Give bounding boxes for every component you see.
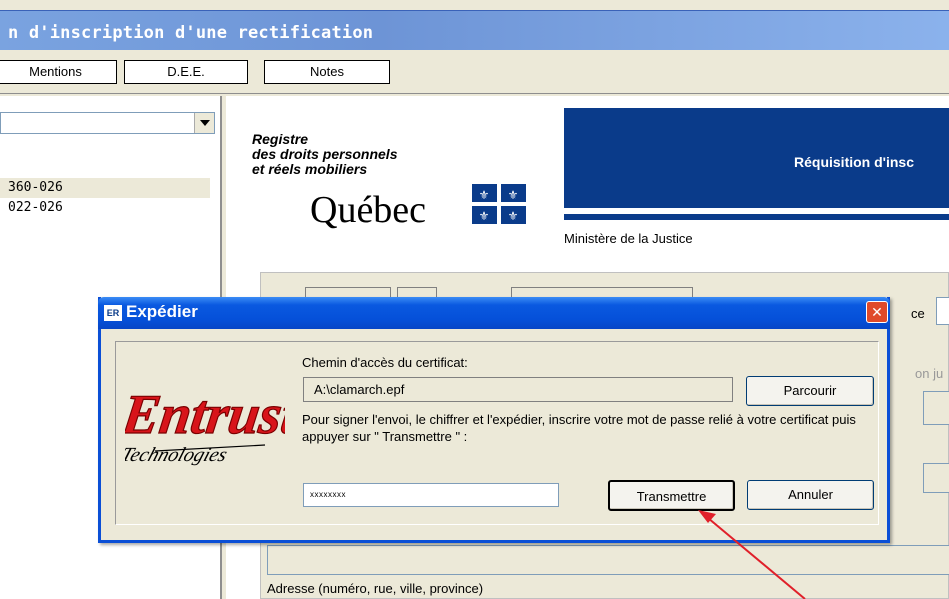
quebec-wordmark: Québec xyxy=(310,189,427,231)
instruction-text: Pour signer l'envoi, le chiffrer et l'ex… xyxy=(302,412,856,444)
fleur-de-lis-flag-icon: ⚜ ⚜ ⚜ ⚜ xyxy=(472,184,526,224)
banner-title: Réquisition d'insc xyxy=(794,154,915,170)
transmit-button[interactable]: Transmettre xyxy=(608,480,735,511)
partial-label: on ju xyxy=(915,366,944,381)
close-icon[interactable]: ✕ xyxy=(866,301,888,323)
left-list: 360-026 022-026 xyxy=(0,178,210,218)
form-field[interactable] xyxy=(936,297,949,325)
certificate-label: Chemin d'accès du certificat: xyxy=(302,355,468,370)
ministry-label: Ministère de la Justice xyxy=(564,231,693,246)
send-dialog: ER Expédier ✕ Entrust Technologies Chemi… xyxy=(98,297,890,543)
app-icon: ER xyxy=(104,305,122,321)
dialog-title: Expédier xyxy=(126,302,198,321)
svg-text:⚜: ⚜ xyxy=(508,209,519,223)
registry-line: Registre xyxy=(252,131,309,147)
app-titlebar: n d'inscription d'une rectification xyxy=(0,10,949,50)
chevron-down-icon[interactable] xyxy=(194,113,214,133)
svg-text:⚜: ⚜ xyxy=(479,209,490,223)
dialog-titlebar[interactable]: ER Expédier ✕ xyxy=(98,297,890,329)
app-window: n d'inscription d'une rectification Ment… xyxy=(0,0,949,599)
list-item[interactable]: 022-026 xyxy=(0,198,210,218)
entrust-logo: Entrust Technologies xyxy=(117,371,305,471)
left-combo[interactable] xyxy=(0,112,215,134)
cancel-button[interactable]: Annuler xyxy=(747,480,874,510)
certificate-path-field[interactable]: A:\clamarch.epf xyxy=(303,377,733,402)
password-field[interactable]: xxxxxxxx xyxy=(303,483,559,507)
logo-main-text: Entrust xyxy=(125,384,285,446)
tab-dee[interactable]: D.E.E. xyxy=(124,60,248,84)
tab-notes[interactable]: Notes xyxy=(264,60,390,84)
browse-button[interactable]: Parcourir xyxy=(746,376,874,406)
name-field[interactable] xyxy=(267,545,949,575)
partial-label: ce xyxy=(911,306,925,321)
tab-bar: Mentions D.E.E. Notes xyxy=(0,50,949,94)
svg-text:⚜: ⚜ xyxy=(479,188,490,202)
form-field[interactable] xyxy=(923,463,949,493)
registry-header: Registre des droits personnels et réels … xyxy=(252,132,397,177)
registry-line: et réels mobiliers xyxy=(252,161,368,177)
svg-text:⚜: ⚜ xyxy=(508,188,519,202)
form-field[interactable] xyxy=(923,391,949,425)
header-banner: Réquisition d'insc xyxy=(564,108,949,220)
list-item[interactable]: 360-026 xyxy=(0,178,210,198)
address-label: Adresse (numéro, rue, ville, province) xyxy=(267,581,484,596)
app-title: n d'inscription d'une rectification xyxy=(8,23,374,43)
registry-line: des droits personnels xyxy=(252,146,398,162)
banner-divider xyxy=(564,208,949,214)
tab-mentions[interactable]: Mentions xyxy=(0,60,117,84)
